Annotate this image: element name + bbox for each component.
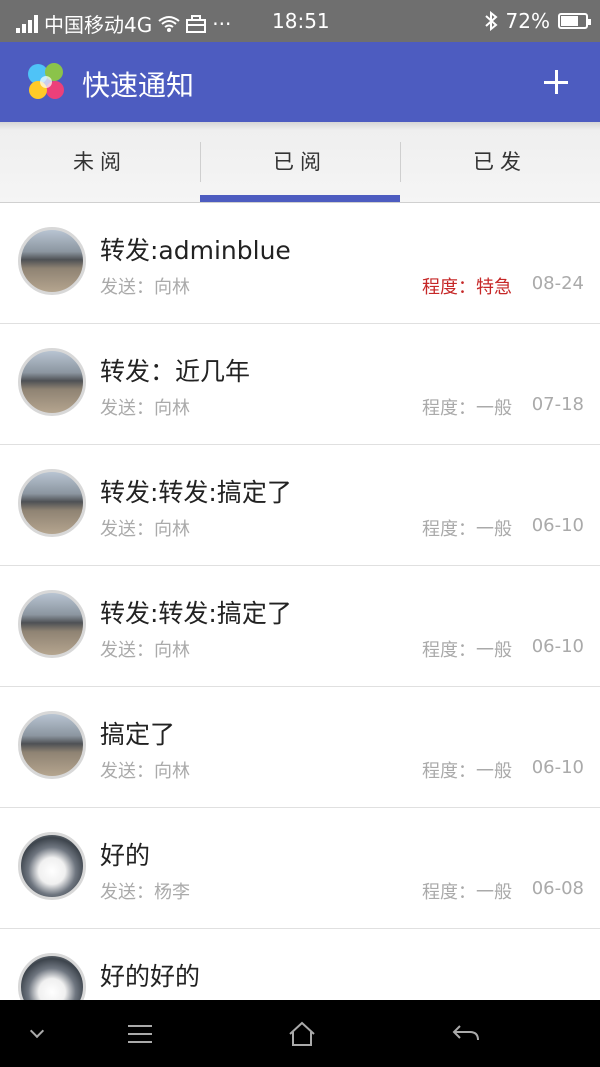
message-date: 07-18 <box>531 394 584 415</box>
message-sender: 发送：杨李 <box>100 882 190 903</box>
avatar <box>18 953 86 1000</box>
message-title: 转发:转发:搞定了 <box>100 478 292 507</box>
message-row[interactable]: 转发:转发:搞定了 发送：向林 程度：一般 06-10 <box>0 566 600 687</box>
tab-bar: 未阅 已阅 已发 <box>0 122 600 203</box>
message-title: 好的好的 <box>100 962 201 991</box>
status-right: 72% <box>484 9 591 33</box>
signal-icon <box>16 14 38 33</box>
carrier-label: 中国移动4G <box>44 13 153 37</box>
message-date: 06-10 <box>531 515 584 536</box>
message-sender: 发送：向林 <box>100 277 190 298</box>
message-level: 程度：一般 <box>422 398 512 419</box>
message-level: 程度：一般 <box>422 882 512 903</box>
avatar <box>18 832 86 900</box>
status-left: 中国移动4G ··· <box>16 9 231 38</box>
chevron-down-icon[interactable] <box>16 1012 60 1056</box>
avatar <box>18 348 86 416</box>
message-row[interactable]: 好的 发送：杨李 程度：一般 06-08 <box>0 808 600 929</box>
briefcase-icon <box>186 14 207 33</box>
message-row[interactable]: 转发:转发:搞定了 发送：向林 程度：一般 06-10 <box>0 445 600 566</box>
message-list[interactable]: 转发:adminblue 发送：向林 程度：特急 08-24 转发：近几年 发送… <box>0 203 600 1000</box>
bluetooth-icon <box>484 11 498 31</box>
battery-icon <box>558 13 591 29</box>
message-row[interactable]: 搞定了 发送：向林 程度：一般 06-10 <box>0 687 600 808</box>
message-row[interactable]: 转发:adminblue 发送：向林 程度：特急 08-24 <box>0 203 600 324</box>
message-title: 转发:转发:搞定了 <box>100 599 292 628</box>
app-logo-icon <box>28 63 64 99</box>
message-level: 程度：一般 <box>422 761 512 782</box>
more-notifications-label: ··· <box>212 11 232 36</box>
message-row[interactable]: 转发：近几年 发送：向林 程度：一般 07-18 <box>0 324 600 445</box>
message-date: 06-10 <box>531 757 584 778</box>
message-level: 程度：一般 <box>422 640 512 661</box>
message-sender: 发送：向林 <box>100 519 190 540</box>
message-date: 06-08 <box>531 878 584 899</box>
system-nav-bar <box>0 1000 600 1067</box>
app-bar: 快速通知 <box>0 42 600 122</box>
avatar <box>18 469 86 537</box>
message-date: 08-24 <box>531 273 584 294</box>
tab-selected-indicator <box>200 195 400 202</box>
message-title: 搞定了 <box>100 720 176 749</box>
tab-read[interactable]: 已阅 <box>200 122 400 202</box>
tab-sent[interactable]: 已发 <box>400 122 600 202</box>
avatar <box>18 590 86 658</box>
message-title: 转发:adminblue <box>100 236 291 265</box>
message-title: 好的 <box>100 841 151 870</box>
message-sender: 发送：向林 <box>100 761 190 782</box>
message-sender: 发送：向林 <box>100 640 190 661</box>
message-date: 06-10 <box>531 636 584 657</box>
message-level: 程度：一般 <box>422 519 512 540</box>
status-bar: 中国移动4G ··· 18:51 72% <box>0 0 600 42</box>
home-icon[interactable] <box>280 1012 324 1056</box>
wifi-icon <box>158 15 180 32</box>
message-row[interactable]: 好的好的 <box>0 929 600 1000</box>
avatar <box>18 711 86 779</box>
add-button[interactable] <box>530 56 582 108</box>
battery-percent: 72% <box>505 9 550 33</box>
message-sender: 发送：向林 <box>100 398 190 419</box>
menu-icon[interactable] <box>118 1012 162 1056</box>
avatar <box>18 227 86 295</box>
back-arrow-icon[interactable] <box>444 1012 488 1056</box>
message-title: 转发：近几年 <box>100 357 251 386</box>
message-level: 程度：特急 <box>422 277 512 298</box>
page-title: 快速通知 <box>82 69 195 102</box>
tab-unread[interactable]: 未阅 <box>0 122 200 202</box>
clock: 18:51 <box>272 9 330 33</box>
